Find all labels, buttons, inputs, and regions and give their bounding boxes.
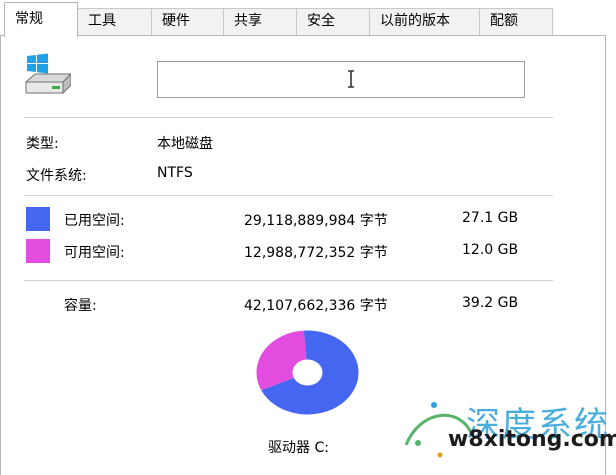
capacity-label: 容量:	[64, 298, 97, 314]
free-space-bytes: 12,988,772,352 字节	[244, 245, 388, 261]
type-value: 本地磁盘	[157, 136, 213, 152]
tab-quota[interactable]: 配额	[479, 8, 553, 35]
type-label: 类型:	[26, 136, 59, 152]
tab-tools[interactable]: 工具	[77, 8, 152, 35]
drive-label: 驱动器 C:	[268, 440, 329, 456]
capacity-bytes: 42,107,662,336 字节	[244, 298, 388, 314]
tab-security[interactable]: 安全	[296, 8, 370, 35]
used-space-bytes: 29,118,889,984 字节	[244, 213, 388, 229]
file-system-value: NTFS	[157, 165, 193, 181]
divider	[24, 117, 553, 118]
tab-general[interactable]: 常规	[4, 2, 78, 37]
free-space-swatch	[26, 239, 50, 263]
free-space-size: 12.0 GB	[462, 242, 519, 258]
tab-previous-versions[interactable]: 以前的版本	[369, 8, 480, 35]
file-system-label: 文件系统:	[26, 168, 87, 184]
volume-name-input[interactable]	[157, 61, 525, 98]
divider	[24, 195, 553, 196]
capacity-size: 39.2 GB	[462, 295, 519, 311]
free-space-label: 可用空间:	[64, 245, 125, 261]
tab-bar: 常规 工具 硬件 共享 安全 以前的版本 配额	[0, 0, 616, 37]
used-space-label: 已用空间:	[64, 213, 125, 229]
used-space-size: 27.1 GB	[462, 210, 519, 226]
used-space-swatch	[26, 207, 50, 231]
hard-drive-icon	[24, 53, 71, 95]
tab-hardware[interactable]: 硬件	[151, 8, 224, 35]
divider	[24, 280, 553, 281]
donut-hole	[292, 359, 323, 386]
usage-donut-chart	[256, 330, 359, 415]
tab-sharing[interactable]: 共享	[223, 8, 297, 35]
